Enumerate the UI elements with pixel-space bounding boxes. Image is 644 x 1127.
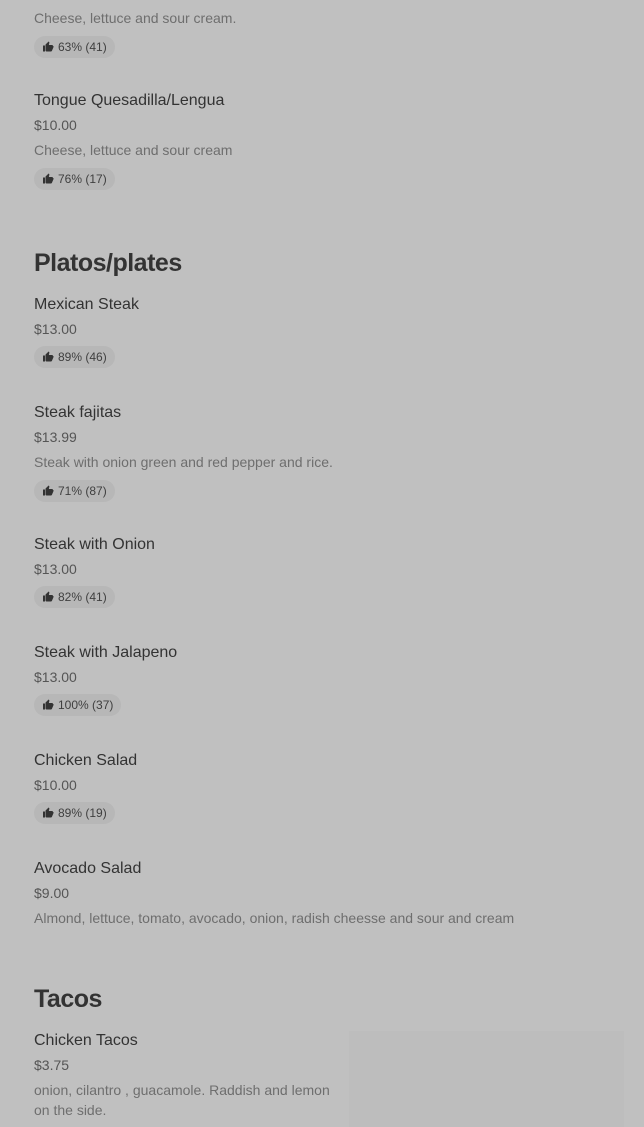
item-description: Steak with onion green and red pepper an… — [34, 454, 333, 470]
thumbs-up-icon — [43, 351, 54, 362]
menu-item-partial[interactable]: Cheese, lettuce and sour cream. 63% (41) — [34, 8, 634, 58]
menu-item[interactable]: Steak fajitas $13.99 Steak with onion gr… — [34, 403, 634, 502]
item-description: Cheese, lettuce and sour cream. — [34, 10, 237, 26]
section-title-tacos: Tacos — [34, 985, 102, 1013]
rating-text: 89% (19) — [58, 806, 107, 820]
item-name: Steak with Onion — [34, 536, 155, 553]
rating-badge: 100% (37) — [34, 694, 122, 716]
menu-item[interactable]: Tongue Quesadilla/Lengua $10.00 Cheese, … — [34, 91, 634, 190]
rating-badge: 76% (17) — [34, 168, 115, 190]
item-description: onion, cilantro , guacamole. Raddish and… — [34, 1082, 330, 1118]
rating-badge: 63% (41) — [34, 36, 115, 58]
item-name: Avocado Salad — [34, 860, 142, 877]
thumbs-up-icon — [43, 485, 54, 496]
item-price: $13.00 — [34, 669, 77, 685]
item-price: $13.00 — [34, 321, 77, 337]
rating-text: 76% (17) — [58, 172, 107, 186]
item-description: Cheese, lettuce and sour cream — [34, 142, 233, 158]
menu-item[interactable]: Mexican Steak $13.00 89% (46) — [34, 295, 634, 368]
item-image-placeholder[interactable] — [349, 1031, 624, 1127]
rating-text: 63% (41) — [58, 40, 107, 54]
menu-item[interactable]: Steak with Jalapeno $13.00 100% (37) — [34, 643, 634, 716]
item-price: $10.00 — [34, 117, 77, 133]
thumbs-up-icon — [43, 699, 54, 710]
item-name: Steak with Jalapeno — [34, 644, 178, 661]
item-name: Mexican Steak — [34, 296, 139, 313]
thumbs-up-icon — [43, 591, 54, 602]
rating-text: 100% (37) — [58, 698, 114, 712]
rating-text: 82% (41) — [58, 590, 107, 604]
item-price: $10.00 — [34, 777, 77, 793]
item-name: Steak fajitas — [34, 404, 122, 421]
rating-badge: 89% (46) — [34, 346, 115, 368]
item-price: $13.99 — [34, 429, 77, 445]
rating-text: 89% (46) — [58, 350, 107, 364]
menu-item[interactable]: Avocado Salad $9.00 Almond, lettuce, tom… — [34, 859, 634, 928]
rating-text: 71% (87) — [58, 484, 107, 498]
item-price: $9.00 — [34, 885, 70, 901]
rating-badge: 82% (41) — [34, 586, 115, 608]
section-title-platos: Platos/plates — [34, 249, 182, 277]
thumbs-up-icon — [43, 807, 54, 818]
thumbs-up-icon — [43, 173, 54, 184]
menu-item[interactable]: Steak with Onion $13.00 82% (41) — [34, 535, 634, 608]
rating-badge: 71% (87) — [34, 480, 115, 502]
item-description: Almond, lettuce, tomato, avocado, onion,… — [34, 910, 515, 926]
rating-badge: 89% (19) — [34, 802, 115, 824]
item-name: Chicken Salad — [34, 752, 138, 769]
menu-item[interactable]: Chicken Salad $10.00 89% (19) — [34, 751, 634, 824]
item-name: Tongue Quesadilla/Lengua — [34, 92, 225, 109]
item-price: $13.00 — [34, 561, 77, 577]
thumbs-up-icon — [43, 41, 54, 52]
